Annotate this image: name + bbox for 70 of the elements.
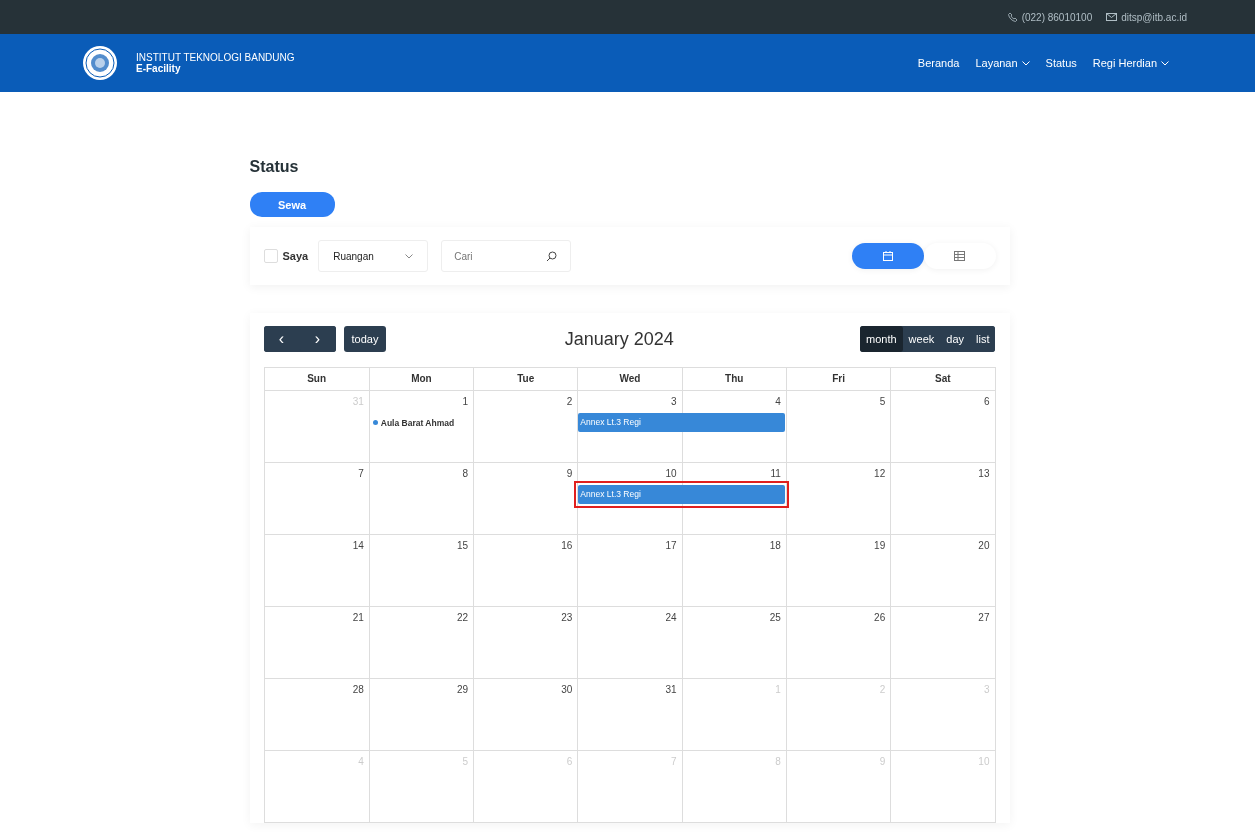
mail-icon — [1106, 13, 1118, 21]
event-bar[interactable]: Annex Lt.3 Regi — [578, 485, 785, 504]
today-button[interactable]: today — [343, 326, 387, 352]
event-dot-icon — [372, 420, 378, 425]
weekday-header: Fri — [785, 368, 891, 390]
phone-icon — [1007, 12, 1018, 22]
day-number[interactable]: 4 — [775, 396, 781, 407]
nav-link[interactable]: Beranda — [917, 57, 960, 69]
day-number[interactable]: 15 — [456, 540, 469, 551]
day-number[interactable]: 13 — [978, 468, 990, 479]
day-number[interactable]: 6 — [983, 396, 990, 407]
day-number[interactable]: 1 — [462, 396, 469, 407]
day-number[interactable]: 20 — [978, 540, 990, 551]
day-number[interactable]: 28 — [352, 684, 364, 695]
day-number[interactable]: 9 — [566, 468, 573, 479]
email-address: ditsp@itb.ac.id — [1121, 11, 1187, 23]
nav-link[interactable]: Layanan — [975, 57, 1030, 69]
chevron-down-icon — [1161, 60, 1169, 66]
search-icon — [546, 251, 558, 262]
event-title[interactable]: Aula Barat Ahmad — [380, 417, 455, 428]
day-number[interactable]: 2 — [566, 396, 573, 407]
day-number[interactable]: 5 — [879, 396, 886, 407]
day-number[interactable]: 25 — [769, 612, 781, 623]
sewa-button[interactable]: Sewa — [249, 192, 335, 217]
search-field[interactable]: Cari — [441, 240, 572, 272]
day-number[interactable]: 21 — [352, 612, 364, 623]
day-number[interactable]: 29 — [456, 684, 469, 695]
table-view-button[interactable] — [923, 243, 996, 269]
weekday-header: Tue — [473, 368, 578, 390]
day-number[interactable]: 12 — [874, 468, 886, 479]
nav-link[interactable]: Status — [1045, 57, 1077, 69]
calendar-title: January 2024 — [564, 328, 674, 350]
weekday-header: Thu — [681, 368, 786, 390]
chevron-down-icon — [405, 253, 414, 259]
day-number[interactable]: 16 — [561, 540, 573, 551]
day-number[interactable]: 23 — [561, 612, 573, 623]
category-select[interactable]: Ruangan — [318, 240, 429, 272]
view-tab[interactable]: month — [860, 326, 903, 352]
nav-link[interactable]: Regi Herdian — [1092, 57, 1169, 69]
seal-logo-icon[interactable] — [82, 45, 118, 81]
day-number[interactable]: 19 — [874, 540, 886, 551]
checkbox[interactable] — [263, 249, 278, 263]
day-number[interactable]: 24 — [665, 612, 677, 623]
calendar-view-button[interactable] — [851, 243, 924, 269]
checkbox-label: Saya — [282, 250, 309, 262]
day-number[interactable]: 22 — [456, 612, 469, 623]
day-number[interactable]: 17 — [665, 540, 677, 551]
day-number[interactable]: 26 — [874, 612, 886, 623]
day-number[interactable]: 8 — [462, 468, 469, 479]
weekday-header: Sun — [306, 372, 328, 386]
day-number[interactable]: 11 — [770, 468, 781, 479]
event-bar[interactable]: Annex Lt.3 Regi — [578, 413, 785, 432]
app-name: E-Facility — [136, 63, 182, 74]
table-icon — [954, 251, 965, 261]
day-number[interactable]: 14 — [352, 540, 364, 551]
day-number[interactable]: 18 — [769, 540, 781, 551]
institution-name: INSTITUT TEKNOLOGI BANDUNG — [136, 52, 295, 63]
phone-number: (022) 86010100 — [1021, 11, 1093, 23]
day-number[interactable]: 10 — [665, 468, 677, 479]
weekday-header: Wed — [577, 368, 682, 390]
day-number[interactable]: 27 — [978, 612, 990, 623]
day-number[interactable]: 7 — [358, 468, 364, 479]
weekday-header: Mon — [368, 368, 474, 390]
day-number[interactable]: 30 — [561, 684, 573, 695]
page-title: Status — [249, 158, 300, 176]
chevron-down-icon — [1021, 60, 1030, 66]
weekday-header: Sat — [890, 368, 995, 390]
day-number[interactable]: 31 — [665, 684, 677, 695]
calendar-icon — [882, 251, 893, 261]
day-number[interactable]: 3 — [671, 396, 677, 407]
